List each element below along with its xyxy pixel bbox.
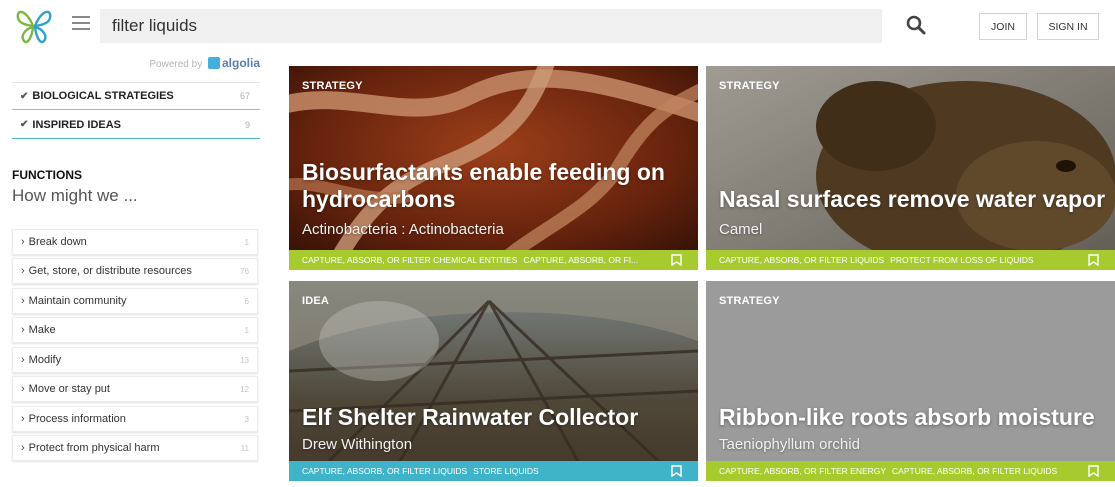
filter-biological-strategies[interactable]: ✔ BIOLOGICAL STRATEGIES 67 xyxy=(12,82,260,110)
top-header: JOIN SIGN IN xyxy=(0,0,1115,54)
card-tag-bar: CAPTURE, ABSORB, OR FILTER ENERGY CAPTUR… xyxy=(706,461,1115,481)
chevron-right-icon: › xyxy=(21,295,25,307)
card-tag[interactable]: STORE LIQUIDS xyxy=(473,466,539,476)
card-type-label: STRATEGY xyxy=(719,295,780,307)
algolia-icon xyxy=(207,57,220,69)
result-card[interactable]: STRATEGY Biosurfactants enable feeding o… xyxy=(289,66,698,270)
function-count: 76 xyxy=(240,266,249,276)
function-count: 3 xyxy=(244,414,249,424)
function-item-maintain-community[interactable]: › Maintain community 6 xyxy=(12,288,258,314)
bookmark-icon[interactable] xyxy=(671,465,682,477)
function-label: Modify xyxy=(28,354,62,366)
filter-count: 9 xyxy=(244,119,250,130)
function-item-process-information[interactable]: › Process information 3 xyxy=(12,406,258,432)
card-title-line: Biosurfactants enable feeding on xyxy=(302,159,665,185)
card-tag[interactable]: CAPTURE, ABSORB, OR FILTER ENERGY xyxy=(719,466,886,476)
menu-icon[interactable] xyxy=(72,16,90,32)
filter-label: INSPIRED IDEAS xyxy=(32,118,122,131)
filter-count: 67 xyxy=(239,91,250,101)
function-count: 1 xyxy=(244,325,249,335)
card-tag[interactable]: CAPTURE, ABSORB, OR FILTER CHEMICAL ENTI… xyxy=(302,255,517,265)
check-icon: ✔ xyxy=(20,90,29,102)
card-title[interactable]: Nasal surfaces remove water vapor xyxy=(719,186,1105,213)
chevron-right-icon: › xyxy=(21,354,25,366)
card-subtitle: Drew Withington xyxy=(302,436,413,453)
powered-by: Powered by algolia xyxy=(12,56,260,72)
function-count: 6 xyxy=(244,296,249,306)
card-tag-bar: CAPTURE, ABSORB, OR FILTER LIQUIDS PROTE… xyxy=(706,250,1115,270)
function-item-protect-physical-harm[interactable]: › Protect from physical harm 11 xyxy=(12,435,258,461)
function-count: 12 xyxy=(240,384,249,394)
card-type-label: STRATEGY xyxy=(302,80,363,92)
card-tag[interactable]: CAPTURE, ABSORB, OR FILTER LIQUIDS xyxy=(892,466,1057,476)
filter-inspired-ideas[interactable]: ✔ INSPIRED IDEAS 9 xyxy=(12,111,260,139)
chevron-right-icon: › xyxy=(21,324,25,336)
chevron-right-icon: › xyxy=(21,442,25,454)
card-subtitle: Taeniophyllum orchid xyxy=(719,436,860,453)
card-tag[interactable]: CAPTURE, ABSORB, OR FILTER LIQUIDS xyxy=(719,255,884,265)
functions-subheading: How might we ... xyxy=(12,186,138,205)
chevron-right-icon: › xyxy=(21,236,25,248)
function-count: 13 xyxy=(240,355,249,365)
search-icon[interactable] xyxy=(906,15,926,35)
card-title-line: hydrocarbons xyxy=(302,186,456,212)
functions-heading: FUNCTIONS xyxy=(12,168,82,182)
butterfly-logo-icon[interactable] xyxy=(14,6,54,46)
chevron-right-icon: › xyxy=(21,413,25,425)
join-button[interactable]: JOIN xyxy=(979,13,1027,40)
function-item-break-down[interactable]: › Break down 1 xyxy=(12,229,258,255)
card-tag[interactable]: PROTECT FROM LOSS OF LIQUIDS xyxy=(890,255,1033,265)
card-tag[interactable]: CAPTURE, ABSORB, OR FILTER LIQUIDS xyxy=(302,466,467,476)
bookmark-icon[interactable] xyxy=(1088,465,1099,477)
card-subtitle: Camel xyxy=(719,221,763,238)
card-subtitle: Actinobacteria : Actinobacteria xyxy=(302,221,504,238)
result-card[interactable]: STRATEGY Nasal surfaces remove water vap… xyxy=(706,66,1115,270)
chevron-right-icon: › xyxy=(21,383,25,395)
function-count: 11 xyxy=(240,443,249,453)
card-type-label: STRATEGY xyxy=(719,80,780,92)
result-card[interactable]: IDEA Elf Shelter Rainwater Collector Dre… xyxy=(289,281,698,481)
function-label: Break down xyxy=(28,236,87,248)
sign-in-button[interactable]: SIGN IN xyxy=(1037,13,1099,40)
card-title[interactable]: Biosurfactants enable feeding on hydroca… xyxy=(302,159,665,213)
check-icon: ✔ xyxy=(20,119,29,130)
card-tag-bar: CAPTURE, ABSORB, OR FILTER CHEMICAL ENTI… xyxy=(289,250,698,270)
result-card[interactable]: STRATEGY Ribbon-like roots absorb moistu… xyxy=(706,281,1115,481)
function-label: Process information xyxy=(28,413,126,425)
search-input[interactable] xyxy=(100,9,882,43)
bookmark-icon[interactable] xyxy=(671,254,682,266)
card-type-label: IDEA xyxy=(302,295,330,307)
card-tag[interactable]: CAPTURE, ABSORB, OR FI... xyxy=(523,255,638,265)
function-item-get-store-distribute[interactable]: › Get, store, or distribute resources 76 xyxy=(12,258,258,284)
powered-by-text: Powered by xyxy=(149,59,203,70)
function-item-make[interactable]: › Make 1 xyxy=(12,317,258,343)
function-label: Maintain community xyxy=(28,295,127,307)
filter-label: BIOLOGICAL STRATEGIES xyxy=(32,90,174,102)
function-item-modify[interactable]: › Modify 13 xyxy=(12,347,258,373)
function-label: Get, store, or distribute resources xyxy=(28,265,192,277)
chevron-right-icon: › xyxy=(21,265,25,277)
search-bar xyxy=(100,9,882,43)
card-image xyxy=(706,66,1115,270)
bookmark-icon[interactable] xyxy=(1088,254,1099,266)
card-title[interactable]: Elf Shelter Rainwater Collector xyxy=(302,404,638,431)
card-title[interactable]: Ribbon-like roots absorb moisture xyxy=(719,404,1095,431)
function-label: Make xyxy=(28,324,56,336)
function-item-move-or-stay-put[interactable]: › Move or stay put 12 xyxy=(12,376,258,402)
function-label: Move or stay put xyxy=(28,383,110,395)
card-tag-bar: CAPTURE, ABSORB, OR FILTER LIQUIDS STORE… xyxy=(289,461,698,481)
function-count: 1 xyxy=(244,237,249,247)
algolia-brand: algolia xyxy=(221,56,260,70)
function-label: Protect from physical harm xyxy=(28,442,160,454)
